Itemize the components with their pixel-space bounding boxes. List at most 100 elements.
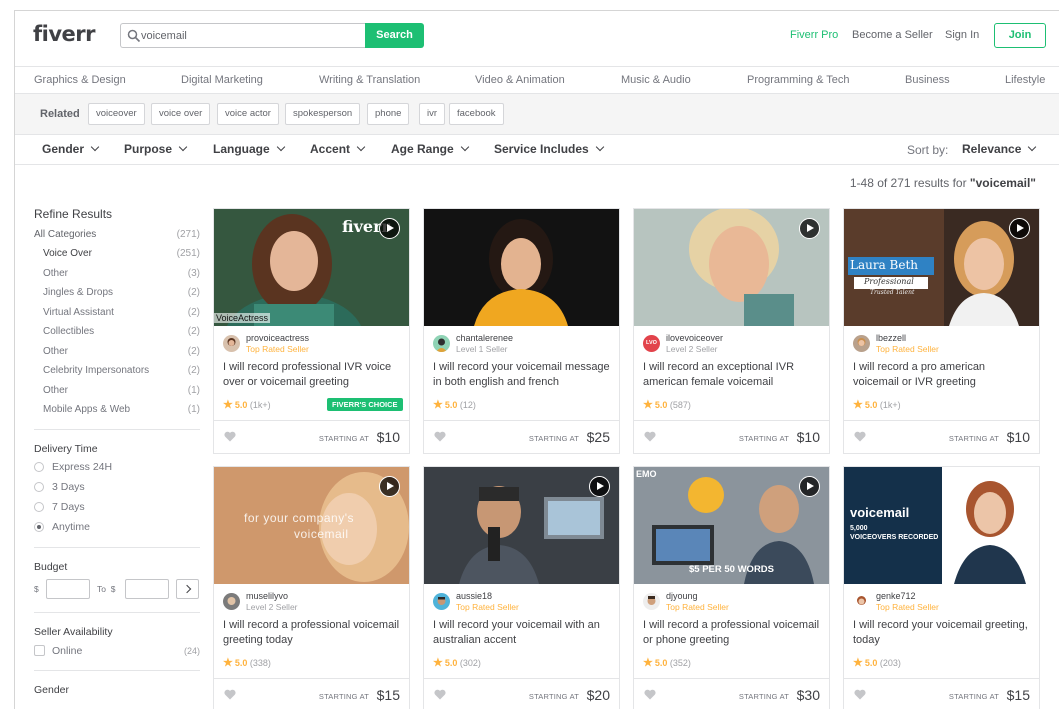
category-filter-item[interactable]: Collectibles (2) (43, 326, 200, 337)
category-writing-translation[interactable]: Writing & Translation (319, 74, 420, 86)
gig-title[interactable]: I will record a professional voicemail o… (643, 618, 823, 647)
category-filter-item[interactable]: Celebrity Impersonators (2) (43, 365, 200, 376)
gig-title[interactable]: I will record a pro american voicemail o… (853, 360, 1033, 389)
heart-icon[interactable] (644, 431, 656, 442)
play-icon[interactable] (1009, 218, 1030, 239)
starting-at-label: STARTING AT (738, 434, 789, 443)
budget-min-input[interactable] (46, 579, 90, 599)
gig-title[interactable]: I will record an exceptional IVR america… (643, 360, 823, 389)
review-count: (352) (669, 658, 691, 668)
category-filter-item[interactable]: Virtual Assistant (2) (43, 307, 200, 318)
budget-apply-button[interactable] (176, 579, 199, 599)
seller-name[interactable]: lbezzell (876, 333, 906, 343)
category-filter-item[interactable]: All Categories (271) (34, 229, 200, 240)
gig-card[interactable]: Laura Beth Professional Trusted Talent l… (843, 208, 1040, 454)
gig-thumbnail[interactable]: fiverr VoiceActress (214, 209, 409, 326)
filter-language[interactable]: Language (213, 142, 285, 156)
related-tag[interactable]: phone (367, 103, 410, 125)
heart-icon[interactable] (224, 431, 236, 442)
category-filter-item[interactable]: Mobile Apps & Web (1) (43, 404, 200, 415)
sign-in-link[interactable]: Sign In (945, 29, 979, 41)
radio-3-days[interactable] (34, 482, 44, 492)
filter-age-range[interactable]: Age Range (391, 142, 469, 156)
category-lifestyle[interactable]: Lifestyle (1005, 74, 1045, 86)
category-programming-tech[interactable]: Programming & Tech (747, 74, 850, 86)
search-box[interactable] (120, 23, 365, 48)
thumb-overlay-text: voicemail (294, 527, 349, 541)
category-music-audio[interactable]: Music & Audio (621, 74, 691, 86)
gig-card[interactable]: EMO $5 PER 50 WORDS djyoung Top Rated Se… (633, 466, 830, 709)
related-tag[interactable]: ivr (419, 103, 446, 125)
category-filter-item[interactable]: Other (3) (43, 268, 200, 279)
gig-thumbnail[interactable] (424, 467, 619, 584)
filter-purpose[interactable]: Purpose (124, 142, 188, 156)
join-button[interactable]: Join (994, 23, 1046, 48)
filter-gender[interactable]: Gender (42, 142, 100, 156)
category-graphics-design[interactable]: Graphics & Design (34, 74, 126, 86)
sort-dropdown[interactable]: Relevance (962, 142, 1037, 156)
heart-icon[interactable] (224, 689, 236, 700)
play-icon[interactable] (589, 476, 610, 497)
radio-anytime[interactable] (34, 522, 44, 532)
related-tag[interactable]: voice actor (217, 103, 279, 125)
seller-level: Level 1 Seller (456, 344, 508, 354)
seller-name[interactable]: chantalerenee (456, 333, 513, 343)
seller-name[interactable]: aussie18 (456, 591, 492, 601)
seller-name[interactable]: provoiceactress (246, 333, 309, 343)
category-digital-marketing[interactable]: Digital Marketing (181, 74, 263, 86)
heart-icon[interactable] (854, 431, 866, 442)
related-tag[interactable]: voiceover (88, 103, 145, 125)
category-video-animation[interactable]: Video & Animation (475, 74, 565, 86)
filter-accent[interactable]: Accent (310, 142, 366, 156)
fiverr-logo[interactable]: fiverr (33, 22, 95, 46)
become-seller-link[interactable]: Become a Seller (852, 29, 933, 41)
gig-card[interactable]: chantalerenee Level 1 Seller I will reco… (423, 208, 620, 454)
seller-name[interactable]: muselilyvo (246, 591, 288, 601)
gig-thumbnail[interactable]: EMO $5 PER 50 WORDS (634, 467, 829, 584)
play-icon[interactable] (799, 218, 820, 239)
play-icon[interactable] (379, 218, 400, 239)
gig-title[interactable]: I will record your voicemail greeting, t… (853, 618, 1033, 647)
gig-title[interactable]: I will record a professional voicemail g… (223, 618, 403, 647)
thumb-overlay-text: for your company's (244, 511, 354, 525)
search-input[interactable] (141, 27, 361, 44)
related-tag[interactable]: spokesperson (285, 103, 361, 125)
seller-name[interactable]: djyoung (666, 591, 698, 601)
heart-icon[interactable] (434, 431, 446, 442)
category-filter-item[interactable]: Other (2) (43, 346, 200, 357)
heart-icon[interactable] (434, 689, 446, 700)
gig-card[interactable]: aussie18 Top Rated Seller I will record … (423, 466, 620, 709)
radio-7-days[interactable] (34, 502, 44, 512)
gig-title[interactable]: I will record your voicemail message in … (433, 360, 613, 389)
category-filter-item[interactable]: Other (1) (43, 385, 200, 396)
heart-icon[interactable] (644, 689, 656, 700)
gig-title[interactable]: I will record your voicemail with an aus… (433, 618, 613, 647)
heart-icon[interactable] (854, 689, 866, 700)
gig-thumbnail[interactable]: Laura Beth Professional Trusted Talent (844, 209, 1039, 326)
budget-max-input[interactable] (125, 579, 169, 599)
fiverr-pro-link[interactable]: Fiverr Pro (790, 29, 838, 41)
related-tag[interactable]: voice over (151, 103, 211, 125)
category-filter-item[interactable]: Voice Over (251) (43, 248, 200, 259)
gig-thumbnail[interactable] (424, 209, 619, 326)
category-business[interactable]: Business (905, 74, 950, 86)
gig-thumbnail[interactable]: voicemail 5,000 VOICEOVERS RECORDED (844, 467, 1039, 584)
filter-service-includes[interactable]: Service Includes (494, 142, 604, 156)
category-filter-item[interactable]: Jingles & Drops (2) (43, 287, 200, 298)
gig-title[interactable]: I will record professional IVR voice ove… (223, 360, 403, 389)
gig-thumbnail[interactable]: for your company's voicemail (214, 467, 409, 584)
gig-card[interactable]: fiverr VoiceActress provoiceactress Top … (213, 208, 410, 454)
seller-name[interactable]: ilovevoiceover (666, 333, 723, 343)
play-icon[interactable] (799, 476, 820, 497)
play-icon[interactable] (379, 476, 400, 497)
gig-card[interactable]: LVO ilovevoiceover Level 2 Seller I will… (633, 208, 830, 454)
gig-card[interactable]: for your company's voicemail muselilyvo … (213, 466, 410, 709)
online-checkbox[interactable] (34, 645, 45, 656)
search-button[interactable]: Search (365, 23, 424, 48)
related-tag[interactable]: facebook (449, 103, 504, 125)
gig-card[interactable]: voicemail 5,000 VOICEOVERS RECORDED genk… (843, 466, 1040, 709)
seller-name[interactable]: genke712 (876, 591, 916, 601)
radio-express[interactable] (34, 462, 44, 472)
thumb-tagline-text: Trusted Talent (870, 289, 915, 296)
gig-thumbnail[interactable] (634, 209, 829, 326)
